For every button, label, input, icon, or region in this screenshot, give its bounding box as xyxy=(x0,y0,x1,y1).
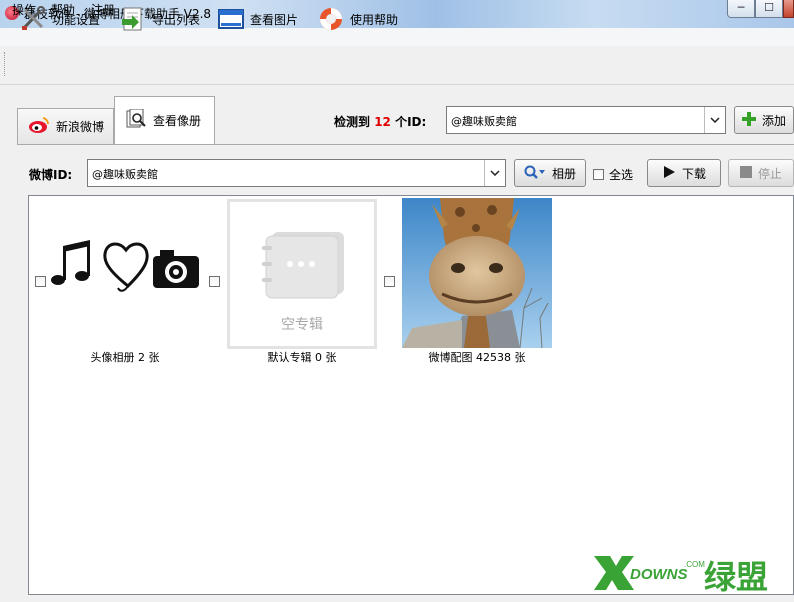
chevron-down-icon[interactable] xyxy=(704,107,725,133)
plus-icon xyxy=(741,111,756,129)
tab-view-album-label: 查看像册 xyxy=(153,114,202,128)
export-list-button[interactable]: 导出列表 xyxy=(120,5,200,33)
id-select[interactable]: @趣味贩卖館 xyxy=(446,106,726,134)
settings-button[interactable]: 功能设置 xyxy=(20,5,100,33)
detect-count: 12 xyxy=(374,115,391,129)
weibo-id-value: @趣味贩卖館 xyxy=(92,168,158,181)
stop-button: 停止 xyxy=(728,159,794,187)
album-thumb-empty[interactable]: 空专辑 xyxy=(227,199,377,349)
album-list: 头像相册 2 张 空专辑 默认专辑 0 张 微博配图 42538 张 xyxy=(28,195,794,595)
search-icon xyxy=(524,165,546,182)
detect-suffix: 个ID: xyxy=(395,115,427,129)
help-label: 使用帮助 xyxy=(350,12,399,27)
select-all-label: 全选 xyxy=(609,168,634,182)
album-checkbox[interactable] xyxy=(209,276,220,287)
id-select-value: @趣味贩卖館 xyxy=(451,115,517,128)
help-button[interactable]: 使用帮助 xyxy=(318,5,398,33)
album-thumb-weibo-photos[interactable] xyxy=(402,198,552,349)
add-button[interactable]: 添加 xyxy=(734,106,794,134)
minimize-button[interactable]: ─ xyxy=(727,0,755,18)
export-list-label: 导出列表 xyxy=(152,12,201,27)
toolbar xyxy=(0,46,794,85)
weibo-id-select[interactable]: @趣味贩卖館 xyxy=(87,159,506,187)
detect-prefix: 检测到 xyxy=(334,115,371,129)
stop-button-label: 停止 xyxy=(757,166,782,181)
album-button[interactable]: 相册 xyxy=(514,159,586,187)
tab-sina-weibo[interactable]: 新浪微博 xyxy=(17,108,114,144)
view-images-button[interactable]: 查看图片 xyxy=(218,5,298,33)
album-caption: 头像相册 2 张 xyxy=(90,351,160,364)
album-caption: 微博配图 42538 张 xyxy=(428,351,526,364)
view-images-label: 查看图片 xyxy=(250,12,299,27)
music-heart-camera-icon xyxy=(51,240,199,292)
download-button-label: 下载 xyxy=(681,166,706,181)
maximize-button[interactable]: ☐ xyxy=(755,0,783,18)
weibo-id-label: 微博ID: xyxy=(29,168,73,182)
tab-view-album[interactable]: 查看像册 xyxy=(114,96,215,144)
close-button[interactable] xyxy=(783,0,794,18)
view-album-icon xyxy=(125,108,147,132)
tab-divider xyxy=(17,144,794,145)
album-button-label: 相册 xyxy=(551,166,576,181)
select-all-checkbox[interactable] xyxy=(593,169,604,180)
watermark-logo: DOWNS .COM 绿盟 xyxy=(592,550,792,596)
giraffe-photo xyxy=(402,198,552,349)
weibo-icon xyxy=(28,116,50,137)
download-button[interactable]: 下载 xyxy=(647,159,721,187)
empty-album-label: 空专辑 xyxy=(281,317,323,333)
tab-sina-weibo-label: 新浪微博 xyxy=(56,120,105,134)
select-all[interactable]: 全选 xyxy=(593,166,633,183)
settings-label: 功能设置 xyxy=(52,12,101,27)
album-caption: 默认专辑 0 张 xyxy=(267,351,337,364)
toolbar-grip xyxy=(4,52,8,76)
export-icon xyxy=(120,6,146,32)
chevron-down-icon[interactable] xyxy=(484,160,505,186)
watermark-brand: DOWNS xyxy=(630,566,688,583)
stop-icon xyxy=(739,165,752,181)
album-checkbox[interactable] xyxy=(35,276,46,287)
window-icon xyxy=(218,6,244,32)
watermark-cn: 绿盟 xyxy=(704,558,769,596)
add-button-label: 添加 xyxy=(761,113,786,128)
album-checkbox[interactable] xyxy=(384,276,395,287)
play-icon xyxy=(662,165,676,182)
watermark-suffix: .COM xyxy=(684,560,705,569)
album-thumb-avatar[interactable] xyxy=(50,202,200,352)
detect-count-label: 检测到 12 个ID: xyxy=(334,113,426,130)
lifebuoy-icon xyxy=(318,6,344,32)
tools-icon xyxy=(20,6,46,32)
